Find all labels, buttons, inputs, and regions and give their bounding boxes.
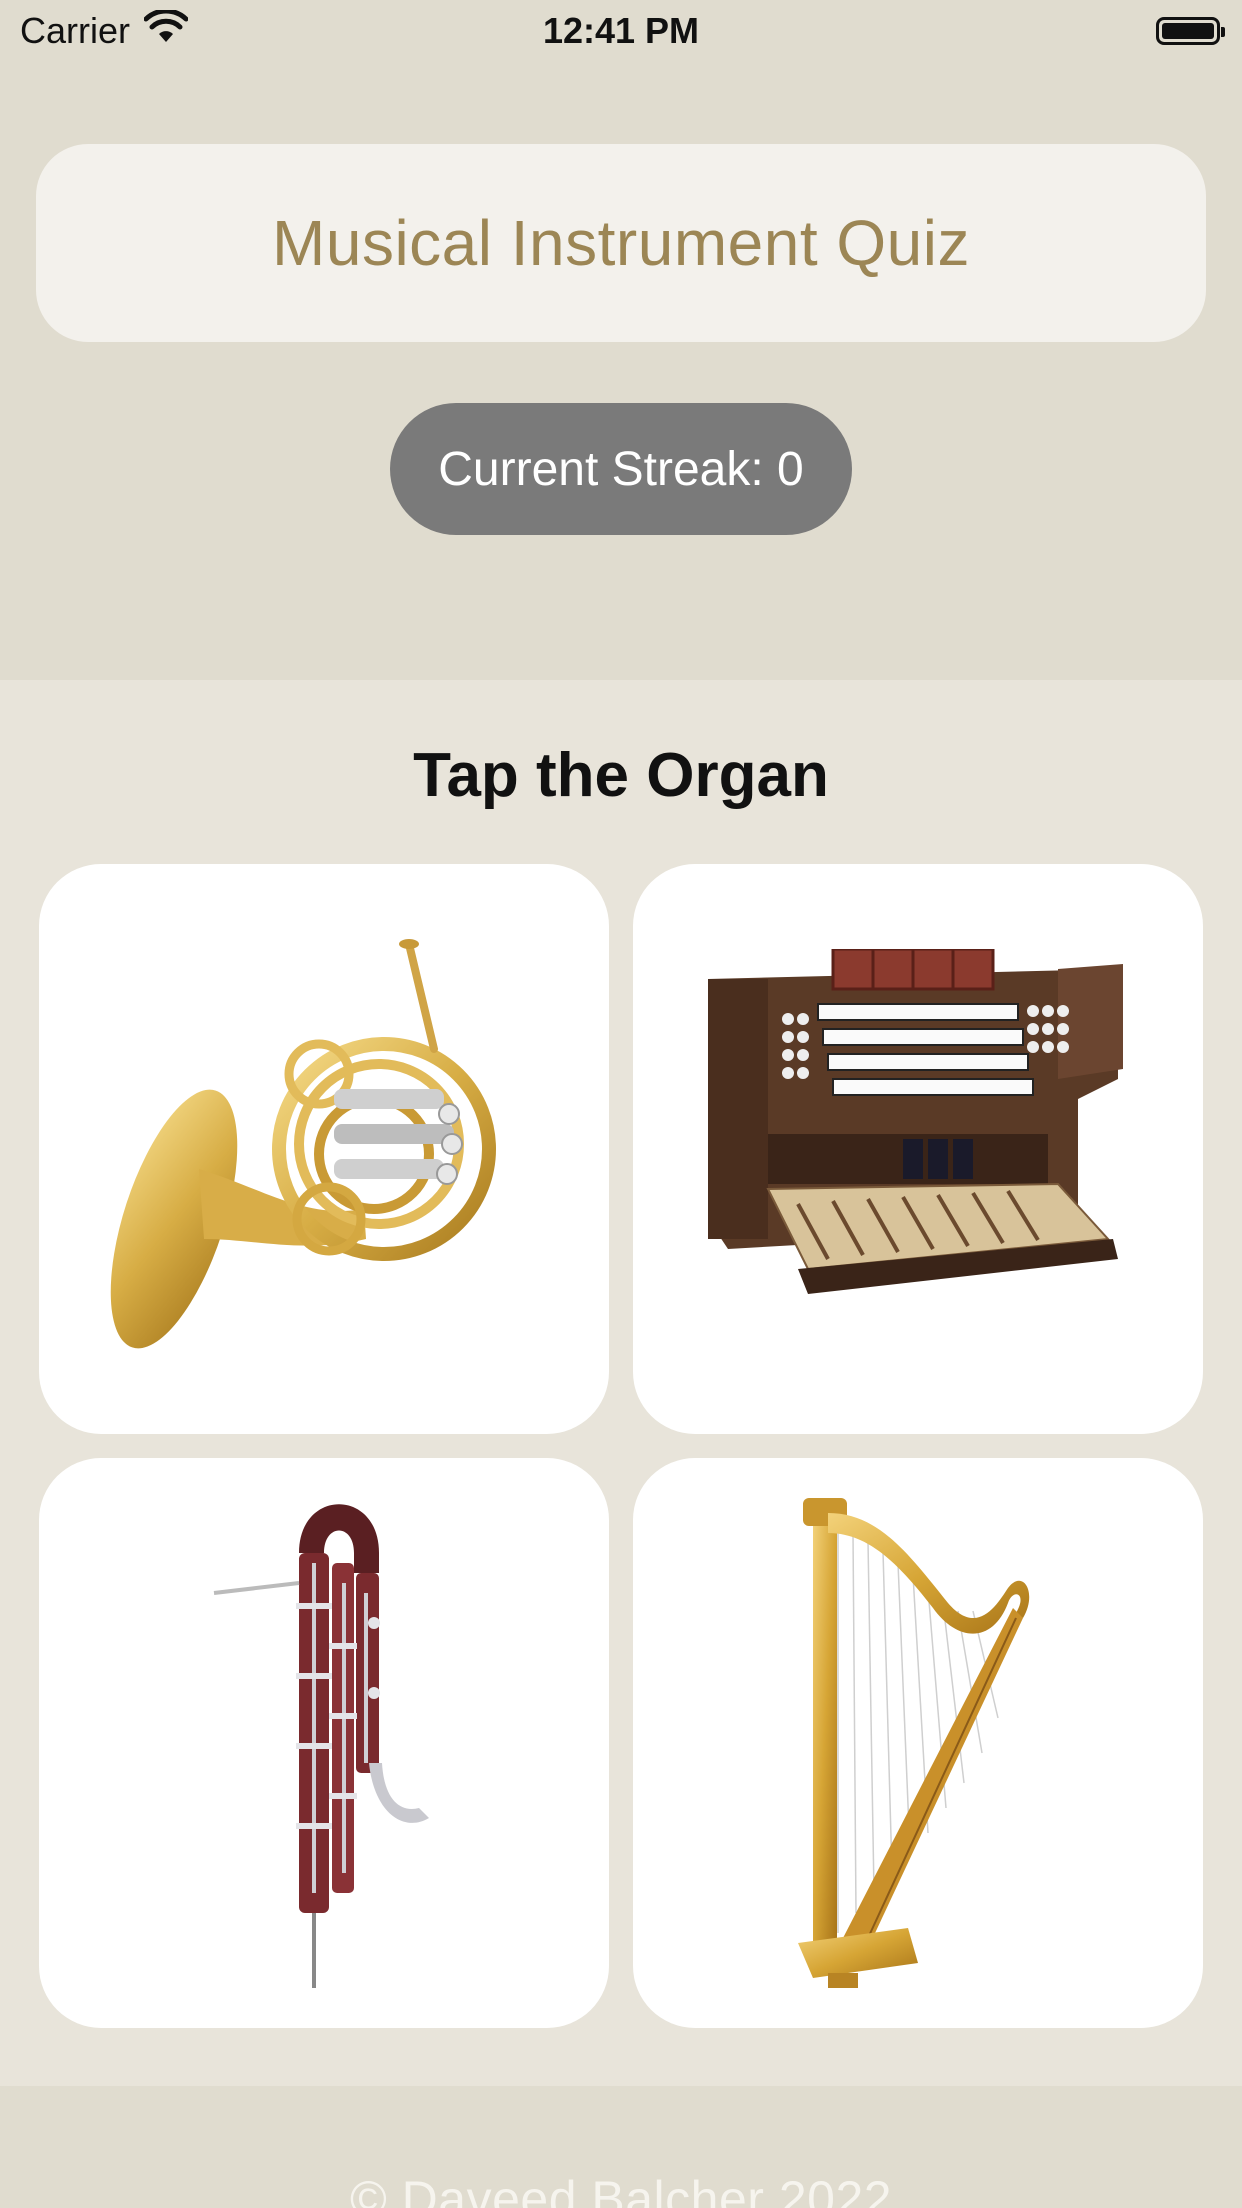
contrabassoon-icon [213,1504,429,1988]
app-title: Musical Instrument Quiz [272,207,970,279]
status-left: Carrier [0,8,189,53]
french-horn-icon [110,939,496,1349]
quiz-prompt: Tap the Organ [413,741,829,810]
battery-icon [1156,17,1225,45]
choice-card-harp[interactable] [633,1458,1203,2028]
title-card: Musical Instrument Quiz [36,144,1206,342]
status-right [1156,17,1242,45]
streak-badge: Current Streak: 0 [390,403,852,535]
harp-icon [798,1498,1030,1988]
status-bar: Carrier 12:41 PM [0,0,1242,62]
footer: © Daveed Balcher 2022 [0,2086,1242,2208]
choice-card-french-horn[interactable] [39,864,609,1434]
choice-card-contrabassoon[interactable] [39,1458,609,2028]
wifi-icon [143,8,189,53]
organ-icon [708,949,1123,1294]
carrier-label: Carrier [20,10,131,51]
copyright-text: © Daveed Balcher 2022 [349,2171,893,2208]
choice-card-organ[interactable] [633,864,1203,1434]
streak-label: Current Streak: 0 [438,442,804,496]
quiz-area: Tap the Organ [0,680,1242,2086]
